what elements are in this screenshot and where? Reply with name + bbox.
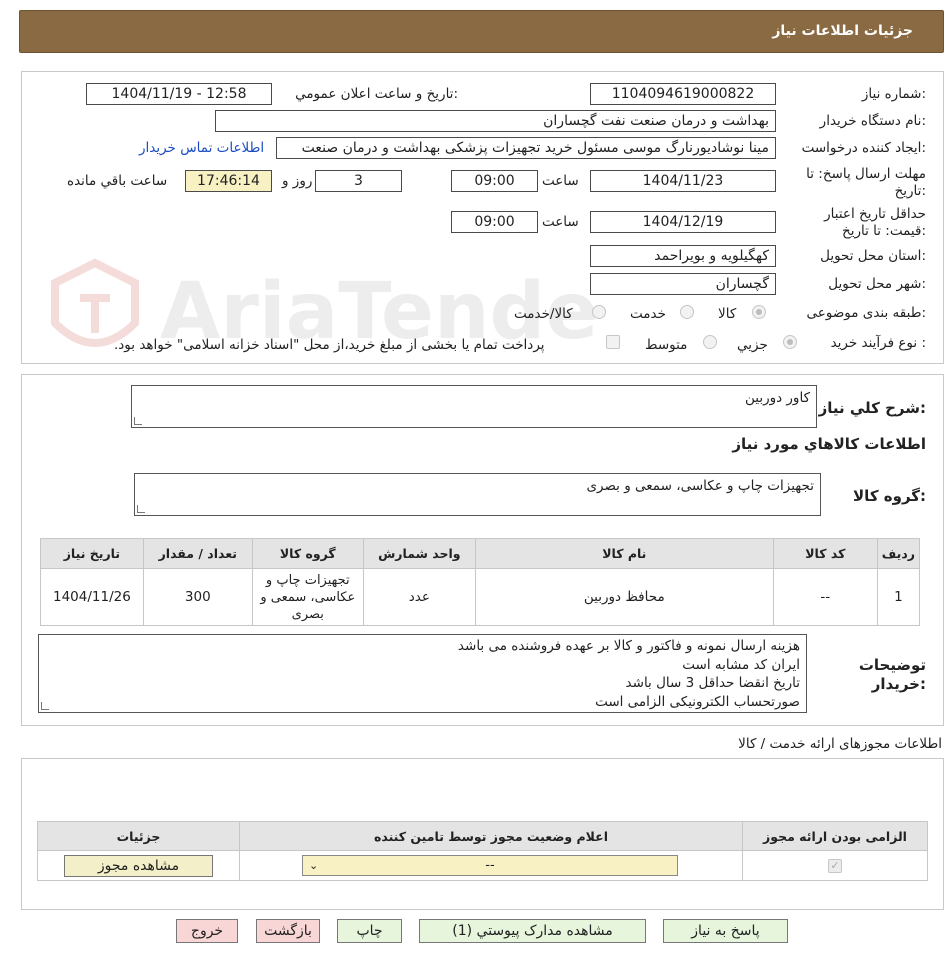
page-header: جزئيات اطلاعات نياز [19,10,944,53]
buyer-contact-link[interactable]: اطلاعات تماس خريدار [139,140,264,156]
col-goods-code: کد کالا [772,538,878,569]
col-permit-details: جزئيات [37,821,240,851]
resize-grip-icon[interactable] [41,702,49,710]
back-button[interactable]: بازگشت [256,919,320,943]
deadline-time-label: ساعت [542,173,579,189]
cell-goods-code: -- [772,568,878,626]
buyer-note-line: تاریخ انقضا حداقل 3 سال باشد [625,675,800,691]
cell-permit-required: ✓ [742,850,928,881]
print-button[interactable]: چاپ [337,919,402,943]
treasury-note: پرداخت تمام يا بخشی از مبلغ خريد،از محل … [114,337,545,353]
permit-status-value: -- [485,858,495,873]
permit-status-select[interactable]: -- ⌄ [302,855,678,876]
category-label: طبقه بندی موضوعی: [806,305,926,321]
col-need-date: تاريخ نياز [40,538,144,569]
exit-button[interactable]: خروج [176,919,238,943]
announce-date-label: تاريخ و ساعت اعلان عمومي: [295,86,458,102]
cell-goods-name: محافظ دوربین [474,568,774,626]
validity-time-label: ساعت [542,214,579,230]
province-field: کهگیلویه و بویراحمد [590,245,776,267]
page-title: جزئيات اطلاعات نياز [772,23,913,39]
cell-quantity: 300 [142,568,253,626]
col-goods-name: نام کالا [474,538,774,569]
summary-text: کاور دوربین [744,390,810,406]
reply-button[interactable]: پاسخ به نياز [663,919,788,943]
col-permit-status: اعلام وضعيت مجوز توسط تامين کننده [239,821,743,851]
treasury-checkbox[interactable] [606,335,620,349]
process-minor-radio[interactable] [783,335,797,349]
col-goods-group: گروه کالا [251,538,364,569]
need-number-field: 1104094619000822 [590,83,776,105]
province-label: استان محل تحويل: [820,248,926,264]
goods-table: رديف کد کالا نام کالا واحد شمارش گروه کا… [40,538,921,626]
cell-permit-status: -- ⌄ [239,850,743,881]
cell-unit: عدد [362,568,476,626]
requester-field: مینا نوشادیورنارگ موسی مسئول خرید تجهیزا… [276,137,776,159]
announce-date-field: 1404/11/19 - 12:58 [86,83,272,105]
need-number-label: شماره نياز: [861,86,926,102]
col-row-number: رديف [876,538,921,569]
view-permit-button[interactable]: مشاهده مجوز [64,854,213,877]
deadline-days-field: 3 [315,170,402,192]
category-both-radio[interactable] [592,305,606,319]
process-type-label: نوع فرآيند خريد : [830,335,926,351]
deadline-label: مهلت ارسال پاسخ: تا تاريخ: [806,166,926,199]
goods-table-header: رديف کد کالا نام کالا واحد شمارش گروه کا… [40,538,921,569]
category-service-radio[interactable] [680,305,694,319]
category-option-service: خدمت [630,306,666,322]
validity-label: حداقل تاريخ اعتبار قيمت: تا تاريخ: [824,206,926,239]
table-row: 1 -- محافظ دوربین عدد تجهیزات چاپ و عکاس… [40,568,921,626]
buyer-note-line: هزینه ارسال نمونه و فاکتور و کالا بر عهد… [457,638,800,654]
category-option-goods: کالا [718,306,737,322]
permit-required-checkbox[interactable]: ✓ [828,858,842,873]
summary-label: شرح کلي نياز: [818,399,926,417]
resize-grip-icon[interactable] [137,505,145,513]
validity-time-field: 09:00 [451,211,538,233]
col-permit-required: الزامی بودن ارائه مجوز [742,821,928,851]
category-goods-radio[interactable] [752,305,766,319]
buyer-org-label: نام دستگاه خريدار: [819,113,926,129]
city-field: گچساران [590,273,776,295]
resize-grip-icon[interactable] [134,417,142,425]
category-option-both: کالا/خدمت [514,306,573,322]
goods-group-label: گروه کالا: [853,487,926,505]
summary-textarea[interactable]: کاور دوربین [131,385,817,428]
deadline-date-field: 1404/11/23 [590,170,776,192]
validity-date-field: 1404/12/19 [590,211,776,233]
view-attachments-button[interactable]: مشاهده مدارک پيوستي (1) [419,919,646,943]
goods-group-textarea[interactable]: تجهیزات چاپ و عکاسی، سمعی و بصری [134,473,821,516]
buyer-notes-label: توضيحات خريدار: [858,656,926,693]
deadline-time-field: 09:00 [451,170,538,192]
process-option-medium: متوسط [645,337,688,353]
table-row: ✓ -- ⌄ مشاهده مجوز [37,850,928,881]
permits-table: الزامی بودن ارائه مجوز اعلام وضعيت مجوز … [37,821,928,881]
permits-table-header: الزامی بودن ارائه مجوز اعلام وضعيت مجوز … [37,821,928,851]
cell-row-number: 1 [876,568,921,626]
goods-section-title: اطلاعات کالاهاي مورد نياز [732,435,926,453]
buyer-org-field: بهداشت و درمان صنعت نفت گچساران [215,110,776,132]
cell-permit-details: مشاهده مجوز [37,850,240,881]
remaining-time-field: 17:46:14 [185,170,272,192]
permits-title: اطلاعات مجوزهای ارائه خدمت / کالا [738,736,942,752]
cell-need-date: 1404/11/26 [40,568,144,626]
col-quantity: تعداد / مقدار [142,538,253,569]
deadline-days-label: روز و [282,173,313,189]
col-unit: واحد شمارش [362,538,476,569]
chevron-down-icon: ⌄ [309,859,319,872]
goods-group-text: تجهیزات چاپ و عکاسی، سمعی و بصری [586,478,814,494]
city-label: شهر محل تحويل: [828,276,926,292]
buyer-note-line: ایران کد مشابه است [682,656,800,673]
watermark-logo: AriaTender.neT [51,258,595,357]
process-medium-radio[interactable] [703,335,717,349]
process-option-minor: جزيي [737,337,768,353]
buyer-note-line: صورتحساب الکترونیکی الزامی است [595,693,800,710]
cell-goods-group: تجهیزات چاپ و عکاسی، سمعی و بصری [251,568,364,626]
buyer-notes-textarea[interactable]: هزینه ارسال نمونه و فاکتور و کالا بر عهد… [38,634,807,713]
requester-label: ايجاد کننده درخواست: [801,140,926,156]
remaining-time-label: ساعت باقي مانده [67,173,168,189]
